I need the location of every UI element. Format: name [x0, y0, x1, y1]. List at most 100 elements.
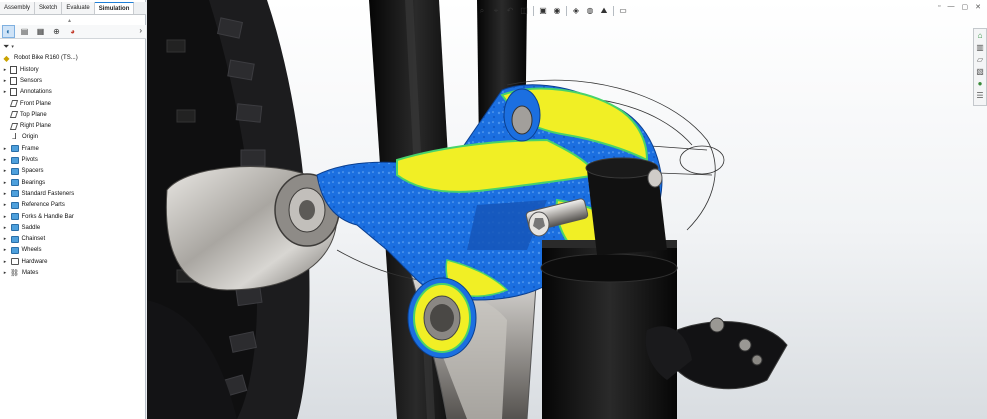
- origin-icon: ⅃: [12, 132, 17, 142]
- tree-root-assembly[interactable]: ◆ Robot Bike R160 (TS...): [0, 53, 146, 64]
- feature-manager-icon[interactable]: ◐: [2, 25, 15, 38]
- expand-arrow-icon[interactable]: ▸: [0, 168, 10, 174]
- tree-item-front-plane[interactable]: Front Plane: [0, 98, 146, 109]
- filter-chevron-down-icon[interactable]: ▾: [11, 44, 14, 50]
- graphics-area[interactable]: ⌕ ⌖ ↶ ◫ ▣ ◉ ◈ ◍ ⛰ ▭ ▫ — ▢ ✕ ⌂ ▥ ▱ ▧ ● ☰: [147, 0, 987, 419]
- expand-arrow-icon[interactable]: ▸: [0, 214, 10, 220]
- tree-item-standard-fasteners[interactable]: ▸ Standard Fasteners: [0, 188, 146, 199]
- edit-appearance-icon[interactable]: ◍: [585, 6, 595, 16]
- tree-item-label: Wheels: [21, 247, 42, 254]
- tree-item-saddle[interactable]: ▸ Saddle: [0, 222, 146, 233]
- command-manager-grip-icon[interactable]: ▴: [68, 17, 71, 24]
- display-manager-icon[interactable]: ◕: [67, 26, 78, 37]
- tree-item-label: Standard Fasteners: [21, 190, 75, 197]
- expand-arrow-icon[interactable]: ▸: [0, 270, 10, 276]
- display-style-icon[interactable]: ◉: [552, 6, 562, 16]
- command-manager-tabs: Assembly Sketch Evaluate Simulation: [0, 2, 146, 15]
- folder-icon: [10, 224, 19, 232]
- tree-item-right-plane[interactable]: Right Plane: [0, 120, 146, 131]
- tree-item-forks-handle-bar[interactable]: ▸ Forks & Handle Bar: [0, 211, 146, 222]
- tree-item-label: Saddle: [21, 224, 41, 231]
- tree-item-label: Front Plane: [20, 100, 52, 107]
- tab-evaluate[interactable]: Evaluate: [62, 2, 95, 14]
- tree-item-label: Origin: [22, 134, 39, 141]
- mates-icon: ⛓: [10, 269, 19, 277]
- expand-arrow-icon[interactable]: ▸: [0, 247, 10, 253]
- expand-arrow-icon[interactable]: ▸: [0, 78, 10, 84]
- tree-item-wheels[interactable]: ▸ Wheels: [0, 245, 146, 256]
- tab-assembly[interactable]: Assembly: [0, 2, 36, 14]
- tree-item-spacers[interactable]: ▸ Spacers: [0, 166, 146, 177]
- folder-icon: [10, 156, 19, 164]
- appearances-icon[interactable]: ●: [975, 79, 985, 89]
- previous-view-icon[interactable]: ↶: [505, 6, 515, 16]
- expand-arrow-icon[interactable]: ▸: [0, 180, 10, 186]
- expand-arrow-icon[interactable]: ▸: [0, 225, 10, 231]
- expand-arrow-icon[interactable]: ▸: [0, 157, 10, 163]
- section-view-icon[interactable]: ◫: [519, 6, 529, 16]
- heads-up-view-toolbar: ⌕ ⌖ ↶ ◫ ▣ ◉ ◈ ◍ ⛰ ▭: [477, 4, 628, 18]
- tree-item-label: Frame: [21, 145, 39, 152]
- toolbar-separator: [533, 6, 534, 16]
- expand-arrow-icon[interactable]: ▸: [0, 191, 10, 197]
- tab-sketch[interactable]: Sketch: [35, 2, 63, 14]
- view-palette-icon[interactable]: ▧: [975, 67, 985, 77]
- tree-item-pivots[interactable]: ▸ Pivots: [0, 154, 146, 165]
- pivot-bolt: [647, 168, 663, 188]
- tree-item-chainset[interactable]: ▸ Chainset: [0, 233, 146, 244]
- view-settings-icon[interactable]: ▭: [618, 6, 628, 16]
- dimxpert-manager-icon[interactable]: ⊕: [51, 26, 62, 37]
- tree-item-label: Reference Parts: [21, 202, 65, 209]
- assembly-icon: ◆: [3, 54, 10, 63]
- tree-item-mates[interactable]: ▸ ⛓ Mates: [0, 267, 146, 278]
- design-library-icon[interactable]: ▥: [975, 43, 985, 53]
- tree-item-label: Sensors: [20, 77, 43, 84]
- folder-icon: [10, 145, 19, 153]
- configuration-manager-icon[interactable]: ▦: [35, 26, 46, 37]
- tree-root-label: Robot Bike R160 (TS...): [14, 55, 78, 61]
- tree-item-label: Pivots: [21, 157, 38, 164]
- solidworks-resources-icon[interactable]: ⌂: [975, 31, 985, 41]
- expand-arrow-icon[interactable]: ▸: [0, 259, 10, 265]
- document-icon: [10, 65, 17, 74]
- file-explorer-icon[interactable]: ▱: [975, 55, 985, 65]
- tree-item-origin[interactable]: ⅃ Origin: [0, 132, 146, 143]
- zoom-to-area-icon[interactable]: ⌖: [491, 6, 501, 16]
- tree-item-top-plane[interactable]: Top Plane: [0, 109, 146, 120]
- hide-show-items-icon[interactable]: ◈: [571, 6, 581, 16]
- tree-item-label: Annotations: [20, 89, 52, 96]
- expand-arrow-icon[interactable]: ▸: [0, 202, 10, 208]
- folder-icon: [10, 258, 19, 266]
- apply-scene-icon[interactable]: ⛰: [599, 6, 609, 16]
- tree-item-hardware[interactable]: ▸ Hardware: [0, 256, 146, 267]
- expand-arrow-icon[interactable]: ▸: [0, 236, 10, 242]
- feature-tree-filter[interactable]: ⏷ ▾: [3, 42, 14, 52]
- tree-item-frame[interactable]: ▸ Frame: [0, 143, 146, 154]
- custom-properties-icon[interactable]: ☰: [975, 91, 985, 101]
- tree-item-label: Top Plane: [20, 111, 47, 118]
- folder-icon: [10, 213, 19, 220]
- tree-item-label: Spacers: [21, 168, 44, 175]
- maximize-window-icon[interactable]: ▢: [962, 3, 969, 11]
- restore-window-icon[interactable]: ▫: [938, 3, 940, 11]
- tree-item-bearings[interactable]: ▸ Bearings: [0, 177, 146, 188]
- expand-arrow-icon[interactable]: ▸: [0, 89, 10, 95]
- expand-arrow-icon[interactable]: ▸: [0, 67, 10, 73]
- panel-expand-arrow-icon[interactable]: ›: [139, 26, 142, 35]
- zoom-to-fit-icon[interactable]: ⌕: [477, 6, 487, 16]
- close-window-icon[interactable]: ✕: [975, 3, 981, 11]
- tree-item-reference-parts[interactable]: ▸ Reference Parts: [0, 200, 146, 211]
- filter-icon[interactable]: ⏷: [3, 42, 9, 52]
- 3d-model-view[interactable]: [147, 0, 987, 419]
- tree-item-annotations[interactable]: ▸ Annotations: [0, 87, 146, 98]
- feature-manager-panel: Assembly Sketch Evaluate Simulation ▴ ◐ ▤ ▦ ⊕ ◕…: [0, 0, 146, 419]
- tree-item-history[interactable]: ▸ History: [0, 64, 146, 75]
- property-manager-icon[interactable]: ▤: [19, 26, 30, 37]
- view-orientation-icon[interactable]: ▣: [538, 6, 548, 16]
- window-controls: ▫ — ▢ ✕: [938, 3, 981, 11]
- tab-simulation[interactable]: Simulation: [94, 2, 135, 14]
- minimize-window-icon[interactable]: —: [948, 3, 955, 11]
- tree-item-label: Mates: [22, 269, 39, 276]
- tree-item-sensors[interactable]: ▸ Sensors: [0, 75, 146, 86]
- expand-arrow-icon[interactable]: ▸: [0, 146, 10, 152]
